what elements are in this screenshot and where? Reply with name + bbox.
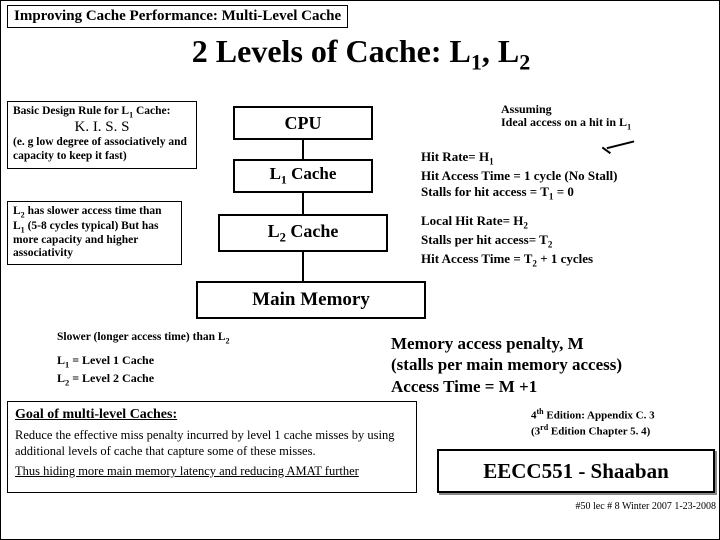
l2-st-pre: Stalls per hit access= T xyxy=(421,232,548,247)
l2-note-box: L2 has slower access time than L1 (5-8 c… xyxy=(7,201,182,265)
l1-design-rule-box: Basic Design Rule for L1 Cache: K. I. S.… xyxy=(7,101,197,169)
l2-hr-sub: 2 xyxy=(523,221,528,231)
lg-b-pre: L xyxy=(57,371,65,385)
l2-pre: L xyxy=(268,221,280,241)
memory-penalty: Memory access penalty, M (stalls per mai… xyxy=(391,333,716,397)
legend-l1: L1 = Level 1 Cache xyxy=(57,353,154,371)
l1-cache-box: L1 Cache xyxy=(233,159,373,193)
l1-hr-sub: 1 xyxy=(489,157,494,167)
checkmark-icon xyxy=(604,129,635,149)
edition-b: (3rd Edition Chapter 5. 4) xyxy=(531,423,716,439)
l1-access-time: Hit Access Time = 1 cycle (No Stall) xyxy=(421,168,716,184)
title-mid: , L xyxy=(482,33,519,69)
goal-heading: Goal of multi-level Caches: xyxy=(15,406,409,424)
assuming-line: Ideal access on a hit in L1 xyxy=(501,116,716,132)
assuming-pre: Ideal access on a hit in L xyxy=(501,115,627,129)
title-sub2: 2 xyxy=(519,49,530,74)
l2-at-pre: Hit Access Time = T xyxy=(421,251,532,266)
course-box: EECC551 - Shaaban xyxy=(437,449,715,493)
l2-at-post: + 1 cycles xyxy=(537,251,593,266)
cpu-box: CPU xyxy=(233,106,373,140)
l2-post: Cache xyxy=(286,221,339,241)
l2-st-sub: 2 xyxy=(548,240,553,250)
penalty-c: Access Time = M +1 xyxy=(391,376,716,397)
l1-hitrate: Hit Rate= H1 xyxy=(421,149,716,168)
kiss-text: K. I. S. S xyxy=(13,119,191,136)
legend: L1 = Level 1 Cache L2 = Level 2 Cache xyxy=(57,353,154,390)
l2-note-pre: L xyxy=(13,205,21,217)
l2-hr-pre: Local Hit Rate= H xyxy=(421,213,523,228)
connector-l2-mm xyxy=(302,252,304,281)
l1-stalls: Stalls for hit access = T1 = 0 xyxy=(421,184,716,203)
l1-hr-pre: Hit Rate= H xyxy=(421,149,489,164)
goal-body: Reduce the effective miss penalty incurr… xyxy=(15,427,409,459)
l2-hitrate: Local Hit Rate= H2 xyxy=(421,213,716,232)
slide-title: 2 Levels of Cache: L1, L2 xyxy=(1,33,720,75)
rule-heading-pre: Basic Design Rule for L xyxy=(13,105,129,117)
title-text: 2 Levels of Cache: L xyxy=(192,33,471,69)
slide-number: #50 lec # 8 Winter 2007 1-23-2008 xyxy=(481,501,716,512)
l2-access-time: Hit Access Time = T2 + 1 cycles xyxy=(421,251,716,270)
rule-heading: Basic Design Rule for L1 Cache: xyxy=(13,105,191,119)
lg-b-post: = Level 2 Cache xyxy=(69,371,154,385)
rule-note: (e. g low degree of associatively and ca… xyxy=(13,136,191,162)
connector-l1-l2 xyxy=(302,193,304,214)
edition-a: 4th Edition: Appendix C. 3 xyxy=(531,407,716,423)
slower-pre: Slower (longer access time) than L xyxy=(57,331,226,343)
l1-post: Cache xyxy=(287,164,337,183)
l1-stats: Hit Rate= H1 Hit Access Time = 1 cycle (… xyxy=(421,149,716,203)
slower-note: Slower (longer access time) than L2 xyxy=(57,331,230,345)
l2-stalls: Stalls per hit access= T2 xyxy=(421,232,716,251)
topic-header: Improving Cache Performance: Multi-Level… xyxy=(7,5,348,28)
l2-stats: Local Hit Rate= H2 Stalls per hit access… xyxy=(421,213,716,270)
penalty-b: (stalls per main memory access) xyxy=(391,354,716,375)
connector-cpu-l1 xyxy=(302,140,304,159)
lg-a-post: = Level 1 Cache xyxy=(69,353,154,367)
goal-box: Goal of multi-level Caches: Reduce the e… xyxy=(7,401,417,493)
assuming-note: Assuming Ideal access on a hit in L1 xyxy=(501,103,716,132)
rule-heading-post: Cache: xyxy=(133,105,170,117)
l2-note-post: (5-8 cycles typical) But has more capaci… xyxy=(13,220,159,260)
l1-pre: L xyxy=(270,164,281,183)
l1-st-pre: Stalls for hit access = T xyxy=(421,184,549,199)
legend-l2: L2 = Level 2 Cache xyxy=(57,371,154,389)
edition-note: 4th Edition: Appendix C. 3 (3rd Edition … xyxy=(531,407,716,439)
penalty-a: Memory access penalty, M xyxy=(391,333,716,354)
l1-st-post: = 0 xyxy=(553,184,573,199)
lg-a-pre: L xyxy=(57,353,65,367)
main-memory-box: Main Memory xyxy=(196,281,426,319)
title-sub1: 1 xyxy=(471,49,482,74)
slower-sub: 2 xyxy=(226,336,230,345)
goal-thus: Thus hiding more main memory latency and… xyxy=(15,463,409,479)
l2-cache-box: L2 Cache xyxy=(218,214,388,252)
